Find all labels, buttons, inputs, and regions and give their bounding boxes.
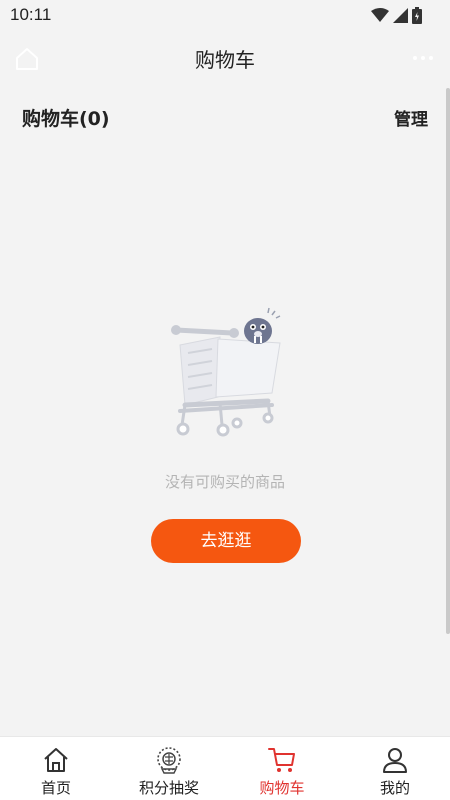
lottery-icon: [157, 747, 181, 774]
tab-lottery-label: 积分抽奖: [138, 779, 199, 797]
user-icon: [383, 748, 407, 773]
status-icons: [371, 7, 422, 24]
tab-home-label: 首页: [40, 779, 71, 797]
page-title: 购物车: [195, 48, 255, 72]
signal-icon: [393, 8, 408, 23]
tab-cart[interactable]: 购物车: [226, 737, 338, 800]
status-time: 10:11: [10, 5, 52, 24]
tab-home[interactable]: 首页: [0, 737, 112, 800]
tab-profile[interactable]: 我的: [339, 737, 450, 800]
go-shopping-button[interactable]: 去逛逛: [151, 519, 301, 563]
status-bar: 10:11: [0, 0, 450, 30]
scrollbar[interactable]: [446, 88, 450, 634]
cart-icon: [268, 748, 295, 772]
empty-cart-illustration: [171, 307, 281, 437]
empty-message: 没有可购买的商品: [164, 473, 285, 491]
tab-cart-label: 购物车: [259, 779, 305, 797]
bottom-tab-bar: 首页 积分抽奖 购物车 我的: [0, 736, 450, 800]
cart-header: 购物车(0) 管理: [0, 96, 450, 138]
tab-lottery[interactable]: 积分抽奖: [113, 737, 225, 800]
wifi-icon: [371, 8, 389, 22]
nav-bar: 购物车: [0, 30, 450, 86]
manage-button[interactable]: 管理: [394, 105, 428, 130]
tab-profile-label: 我的: [379, 779, 410, 797]
home-icon: [44, 748, 68, 772]
cart-count-title: 购物车(0): [22, 108, 110, 130]
battery-icon: [412, 7, 422, 24]
more-dots-icon[interactable]: [410, 48, 436, 68]
